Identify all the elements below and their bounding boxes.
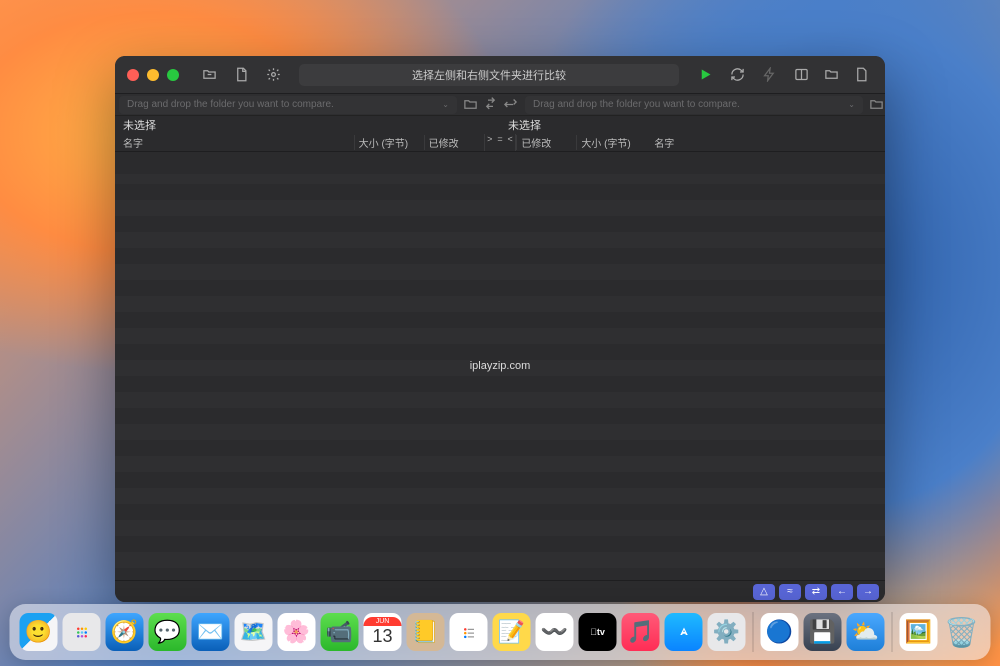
dock-app-2[interactable]: 💾 [804,613,842,651]
dock-mail[interactable]: ✉️ [192,613,230,651]
dock-recent[interactable]: 🖼️ [900,613,938,651]
col-modified-right[interactable]: 已修改 [516,135,576,150]
dock-finder[interactable]: 🙂 [20,613,58,651]
dock-separator-2 [892,612,893,652]
dock-launchpad[interactable] [63,613,101,651]
titlebar: 选择左侧和右侧文件夹进行比较 [115,56,885,94]
chevron-down-icon: ⌄ [848,100,855,109]
swap-right-icon[interactable] [501,96,519,114]
left-path-field[interactable]: Drag and drop the folder you want to com… [119,96,457,114]
settings-icon[interactable] [261,63,285,87]
calendar-month: JUN [364,617,402,626]
filter-approx-button[interactable]: ≈ [779,584,801,600]
col-compare: > = < [484,134,517,151]
open-file-icon[interactable] [849,63,873,87]
right-browse-folder-icon[interactable] [867,96,885,114]
dock-music[interactable]: 🎵 [622,613,660,651]
status-row: 未选择 未选择 [115,116,885,134]
refresh-icon[interactable] [725,63,749,87]
dock-maps[interactable]: 🗺️ [235,613,273,651]
app-window: 选择左侧和右侧文件夹进行比较 Drag and drop the folder … [115,56,885,602]
dock-tv[interactable]: tv [579,613,617,651]
comparison-table: iplayzip.com [115,152,885,580]
col-name-right[interactable]: 名字 [646,135,885,150]
dock-contacts[interactable]: 📒 [407,613,445,651]
open-folder-icon[interactable] [819,63,843,87]
watermark-text: iplayzip.com [470,360,531,372]
col-size-right[interactable]: 大小 (字节) [576,135,646,150]
file-compare-icon[interactable] [229,63,253,87]
folder-compare-icon[interactable] [197,63,221,87]
footer: △ ≈ ⇄ ← → [115,580,885,602]
filter-diff-button[interactable]: △ [753,584,775,600]
title-hint-text: 选择左侧和右侧文件夹进行比较 [412,67,566,83]
title-hint-field[interactable]: 选择左侧和右侧文件夹进行比较 [299,64,679,86]
path-toolbar: Drag and drop the folder you want to com… [115,94,885,116]
left-status: 未选择 [115,116,500,134]
maximize-window-button[interactable] [167,69,179,81]
minimize-window-button[interactable] [147,69,159,81]
cmp-gt[interactable]: > [487,134,492,151]
left-path-placeholder: Drag and drop the folder you want to com… [127,99,334,110]
dock-settings[interactable]: ⚙️ [708,613,746,651]
right-status: 未选择 [500,116,885,134]
dock-separator [753,612,754,652]
dock-notes[interactable]: 📝 [493,613,531,651]
dock-facetime[interactable]: 📹 [321,613,359,651]
copy-left-button[interactable]: ← [831,584,853,600]
run-compare-button[interactable] [693,63,717,87]
sidebar-toggle-icon[interactable] [789,63,813,87]
dock-freeform[interactable]: 〰️ [536,613,574,651]
dock-calendar[interactable]: JUN 13 [364,613,402,651]
dock-photos[interactable]: 🌸 [278,613,316,651]
col-size-left[interactable]: 大小 (字节) [354,135,424,150]
dock-safari[interactable]: 🧭 [106,613,144,651]
dock-trash[interactable]: 🗑️ [943,613,981,651]
dock-weather[interactable]: ⛅ [847,613,885,651]
window-controls [127,69,179,81]
close-window-button[interactable] [127,69,139,81]
chevron-down-icon: ⌄ [442,100,449,109]
dock-reminders[interactable] [450,613,488,651]
flash-icon[interactable] [757,63,781,87]
left-browse-folder-icon[interactable] [461,96,479,114]
col-name-left[interactable]: 名字 [115,135,354,150]
dock: 🙂 🧭 💬 ✉️ 🗺️ 🌸 📹 JUN 13 📒 📝 〰️ tv 🎵 ⚙️ 🔵… [10,604,991,660]
filter-swap-button[interactable]: ⇄ [805,584,827,600]
calendar-day: 13 [372,626,392,647]
dock-app-1[interactable]: 🔵 [761,613,799,651]
copy-right-button[interactable]: → [857,584,879,600]
col-modified-left[interactable]: 已修改 [424,135,484,150]
dock-messages[interactable]: 💬 [149,613,187,651]
cmp-eq[interactable]: = [497,134,502,151]
swap-left-icon[interactable] [481,96,499,114]
right-path-placeholder: Drag and drop the folder you want to com… [533,99,740,110]
dock-appstore[interactable] [665,613,703,651]
column-headers: 名字 大小 (字节) 已修改 > = < 已修改 大小 (字节) 名字 [115,134,885,152]
right-path-field[interactable]: Drag and drop the folder you want to com… [525,96,863,114]
cmp-lt[interactable]: < [508,134,513,151]
